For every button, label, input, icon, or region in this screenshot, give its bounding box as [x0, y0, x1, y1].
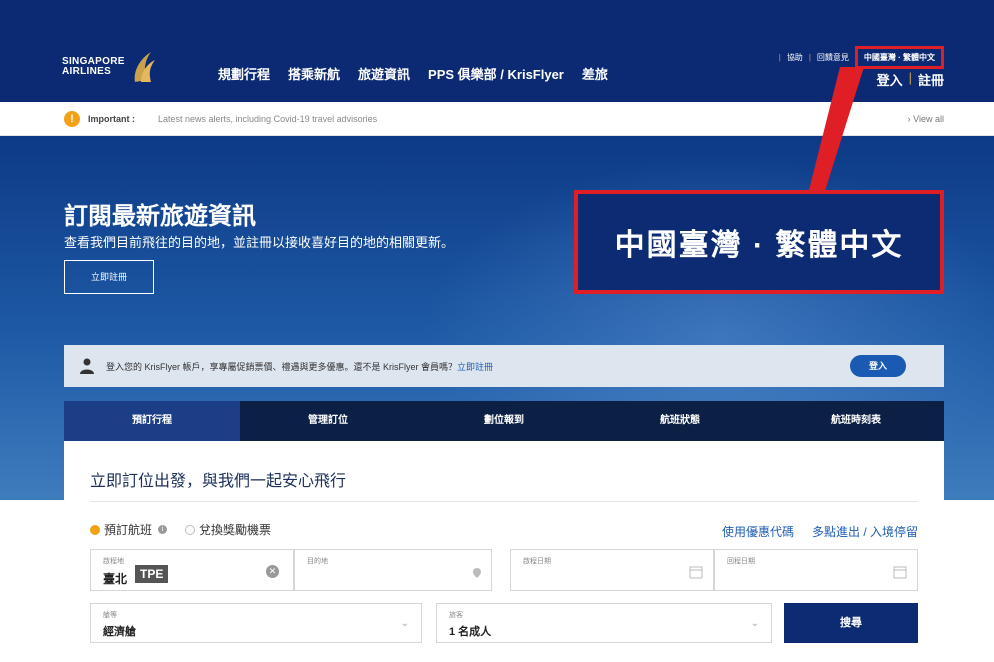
destination-field[interactable]: 目的地: [294, 549, 492, 591]
warning-icon: !: [64, 111, 80, 127]
radio-redeem-award[interactable]: [185, 524, 196, 535]
callout-text: 中國臺灣 · 繁體中文: [614, 229, 904, 262]
divider: |: [778, 53, 781, 62]
origin-value: 臺北: [103, 572, 128, 586]
bird-logo-icon: [134, 52, 155, 82]
divider: [90, 501, 918, 502]
help-link[interactable]: 協助: [787, 52, 803, 63]
location-pin-icon: [473, 568, 481, 578]
nav-travel-with-sia[interactable]: 搭乘新航: [288, 64, 340, 83]
account-links: 登入 | 註冊: [877, 70, 944, 89]
radio-book-flight-label: 預訂航班: [104, 523, 153, 537]
nav-business-travel[interactable]: 差旅: [582, 64, 608, 83]
login-button[interactable]: 登入: [850, 355, 906, 377]
alert-message[interactable]: Latest news alerts, including Covid-19 t…: [158, 114, 377, 124]
alert-bar: ! Important : Latest news alerts, includ…: [0, 102, 994, 136]
clear-icon[interactable]: ✕: [266, 565, 279, 578]
booking-extra-links: 使用優惠代碼 多點進出 / 入境停留: [722, 523, 918, 540]
destination-label: 目的地: [307, 558, 328, 565]
cabin-class-value: 經濟艙: [103, 626, 136, 638]
feedback-link[interactable]: 回饋意見: [817, 52, 849, 63]
search-button[interactable]: 搜尋: [784, 603, 918, 643]
site-header: SINGAPORE AIRLINES 規劃行程 搭乘新航 旅遊資訊 PPS 俱樂…: [0, 0, 994, 102]
origin-label: 啟程地: [103, 558, 124, 565]
nav-travel-info[interactable]: 旅遊資訊: [358, 64, 410, 83]
user-icon: [80, 358, 94, 374]
cabin-class-select[interactable]: 艙等 經濟艙 ⌄: [90, 603, 422, 643]
divider: |: [808, 53, 811, 62]
cabin-class-label: 艙等: [103, 612, 117, 619]
origin-field[interactable]: 啟程地 臺北 TPE ✕: [90, 549, 294, 591]
language-callout: 中國臺灣 · 繁體中文: [574, 190, 944, 294]
multi-city-link[interactable]: 多點進出 / 入境停留: [812, 523, 918, 540]
chevron-down-icon: ⌄: [750, 618, 759, 629]
nav-plan-trip[interactable]: 規劃行程: [218, 64, 270, 83]
join-now-link[interactable]: 立即註冊: [457, 362, 493, 372]
language-selector[interactable]: 中國臺灣 · 繁體中文: [854, 46, 944, 69]
login-prompt-text: 登入您的 KrisFlyer 帳戶，享專屬促銷票價、禮遇與更多優惠。還不是 Kr…: [106, 362, 458, 372]
depart-date-label: 啟程日期: [523, 558, 551, 565]
booking-type-options: 預訂航班 i 兌換獎勵機票: [90, 521, 271, 538]
return-date-field[interactable]: 回程日期: [714, 549, 918, 591]
passengers-select[interactable]: 旅客 1 名成人 ⌄: [436, 603, 772, 643]
passengers-value: 1 名成人: [449, 626, 492, 638]
krisflyer-login-bar: 登入您的 KrisFlyer 帳戶，享專屬促銷票價、禮遇與更多優惠。還不是 Kr…: [64, 345, 944, 387]
logo-text-line2: AIRLINES: [62, 66, 112, 77]
calendar-icon: [893, 566, 907, 579]
login-link[interactable]: 登入: [877, 70, 903, 89]
info-icon[interactable]: i: [158, 525, 168, 534]
hero-subtitle: 查看我們目前飛往的目的地，並註冊以接收喜好目的地的相關更新。: [64, 235, 455, 250]
passengers-label: 旅客: [449, 612, 463, 619]
hero-title: 訂閱最新旅遊資訊: [64, 203, 256, 230]
booking-title: 立即訂位出發，與我們一起安心飛行: [90, 473, 347, 490]
view-all-link[interactable]: › View all: [908, 114, 944, 124]
divider: |: [908, 70, 912, 85]
return-date-label: 回程日期: [727, 558, 755, 565]
promo-code-link[interactable]: 使用優惠代碼: [722, 523, 794, 540]
subscribe-button[interactable]: 立即註冊: [64, 260, 154, 294]
radio-book-flight[interactable]: [90, 524, 100, 535]
depart-date-field[interactable]: 啟程日期: [510, 549, 714, 591]
booking-panel: 立即訂位出發，與我們一起安心飛行 預訂航班 i 兌換獎勵機票 使用優惠代碼 多點…: [64, 441, 944, 662]
singapore-airlines-logo[interactable]: SINGAPORE AIRLINES: [62, 50, 157, 84]
utility-links: | 協助 | 回饋意見 中國臺灣 · 繁體中文: [773, 46, 944, 69]
alert-title: Important :: [88, 114, 135, 124]
login-prompt: 登入您的 KrisFlyer 帳戶，享專屬促銷票價、禮遇與更多優惠。還不是 Kr…: [106, 360, 493, 373]
register-link[interactable]: 註冊: [918, 70, 944, 89]
nav-pps-krisflyer[interactable]: PPS 俱樂部 / KrisFlyer: [428, 64, 564, 83]
booking-tabs: 預訂行程 管理訂位 劃位報到 航班狀態 航班時刻表: [64, 401, 944, 441]
tab-check-in[interactable]: 劃位報到: [416, 401, 592, 441]
tab-flight-schedules[interactable]: 航班時刻表: [768, 401, 944, 441]
chevron-down-icon: ⌄: [400, 618, 409, 629]
tab-flight-status[interactable]: 航班狀態: [592, 401, 768, 441]
tab-book-trip[interactable]: 預訂行程: [64, 401, 240, 441]
tab-manage-booking[interactable]: 管理訂位: [240, 401, 416, 441]
calendar-icon: [689, 566, 703, 579]
radio-redeem-award-label: 兌換獎勵機票: [199, 523, 272, 537]
origin-code-badge: TPE: [135, 565, 169, 583]
main-nav: 規劃行程 搭乘新航 旅遊資訊 PPS 俱樂部 / KrisFlyer 差旅: [218, 64, 608, 83]
